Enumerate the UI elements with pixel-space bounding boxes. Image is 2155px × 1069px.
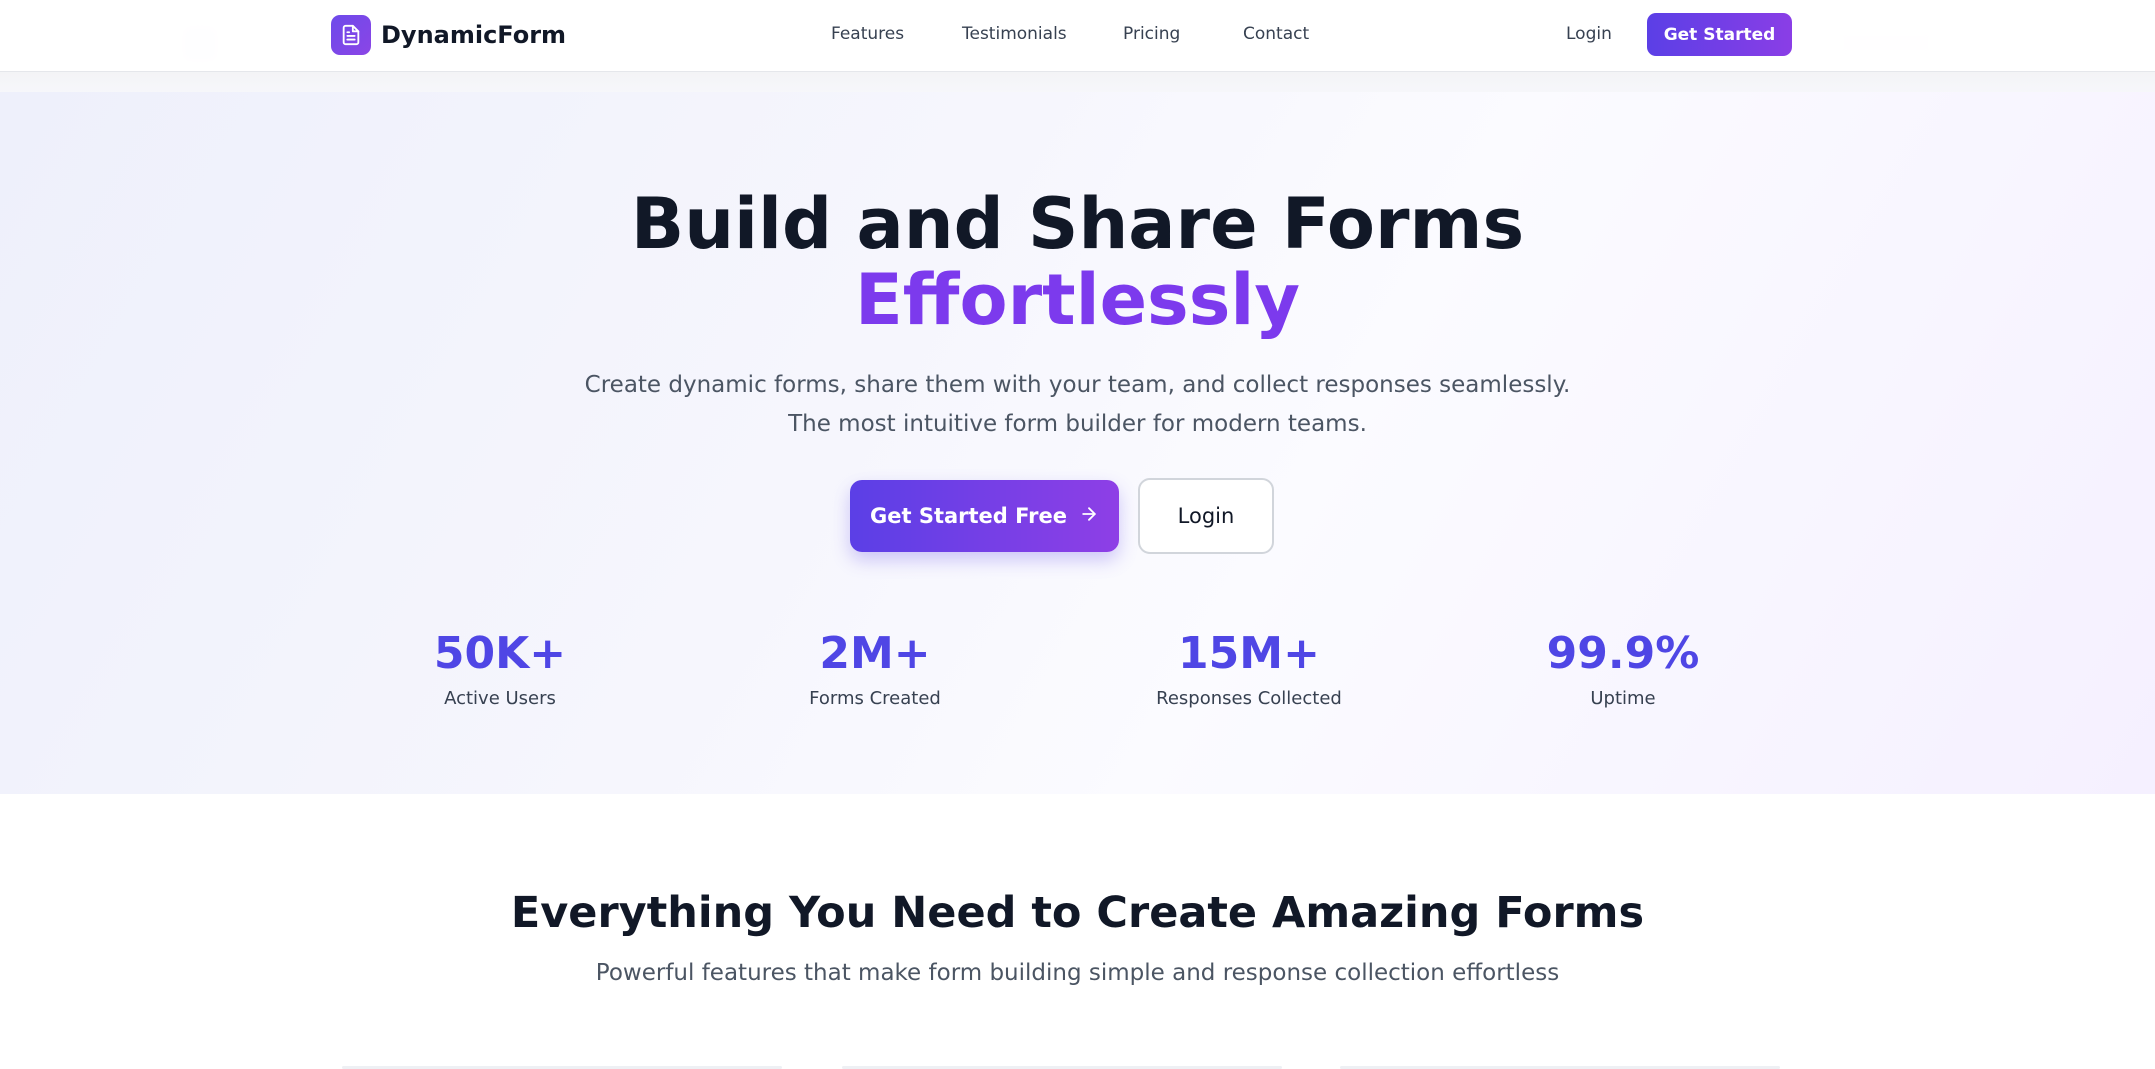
hero-subtitle-line-2: The most intuitive form builder for mode… xyxy=(788,411,1367,437)
get-started-button[interactable]: Get Started xyxy=(1647,13,1792,56)
landing-page: DynamicForm Features Testimonials Pricin… xyxy=(0,0,2155,1069)
get-started-free-button[interactable]: Get Started Free xyxy=(850,480,1119,552)
stat-forms-created: 2M+ Forms Created xyxy=(705,628,1045,709)
stat-value: 99.9% xyxy=(1546,628,1700,679)
features-title: Everything You Need to Create Amazing Fo… xyxy=(510,888,1645,938)
stat-uptime: 99.9% Uptime xyxy=(1453,628,1793,709)
stat-value: 50K+ xyxy=(433,628,567,679)
stat-responses-collected: 15M+ Responses Collected xyxy=(1079,628,1419,709)
nav-link-pricing[interactable]: Pricing xyxy=(1123,24,1180,44)
stat-active-users: 50K+ Active Users xyxy=(330,628,670,709)
stat-label: Responses Collected xyxy=(1156,688,1342,709)
site-header: DynamicForm Features Testimonials Pricin… xyxy=(0,0,2155,72)
stat-label: Forms Created xyxy=(809,688,941,709)
arrow-right-icon xyxy=(1079,504,1099,529)
stat-value: 2M+ xyxy=(819,628,931,679)
login-link[interactable]: Login xyxy=(1566,24,1612,44)
stat-value: 15M+ xyxy=(1178,628,1320,679)
stat-label: Active Users xyxy=(444,688,556,709)
hero-subtitle: Create dynamic forms, share them with yo… xyxy=(0,366,2155,444)
hero-login-button[interactable]: Login xyxy=(1138,478,1274,554)
features-subtitle: Powerful features that make form buildin… xyxy=(595,960,1560,986)
hero-subtitle-line-1: Create dynamic forms, share them with yo… xyxy=(584,372,1571,398)
hero-title: Build and Share Forms xyxy=(630,183,1525,265)
hero-title-accent: Effortlessly xyxy=(854,259,1301,341)
nav-link-contact[interactable]: Contact xyxy=(1243,24,1309,44)
header-divider xyxy=(0,72,2155,94)
get-started-free-label: Get Started Free xyxy=(870,504,1067,528)
nav-link-features[interactable]: Features xyxy=(831,24,904,44)
stat-label: Uptime xyxy=(1590,688,1656,709)
nav-link-testimonials[interactable]: Testimonials xyxy=(962,24,1067,44)
main-nav: Features Testimonials Pricing Contact xyxy=(0,24,2155,48)
